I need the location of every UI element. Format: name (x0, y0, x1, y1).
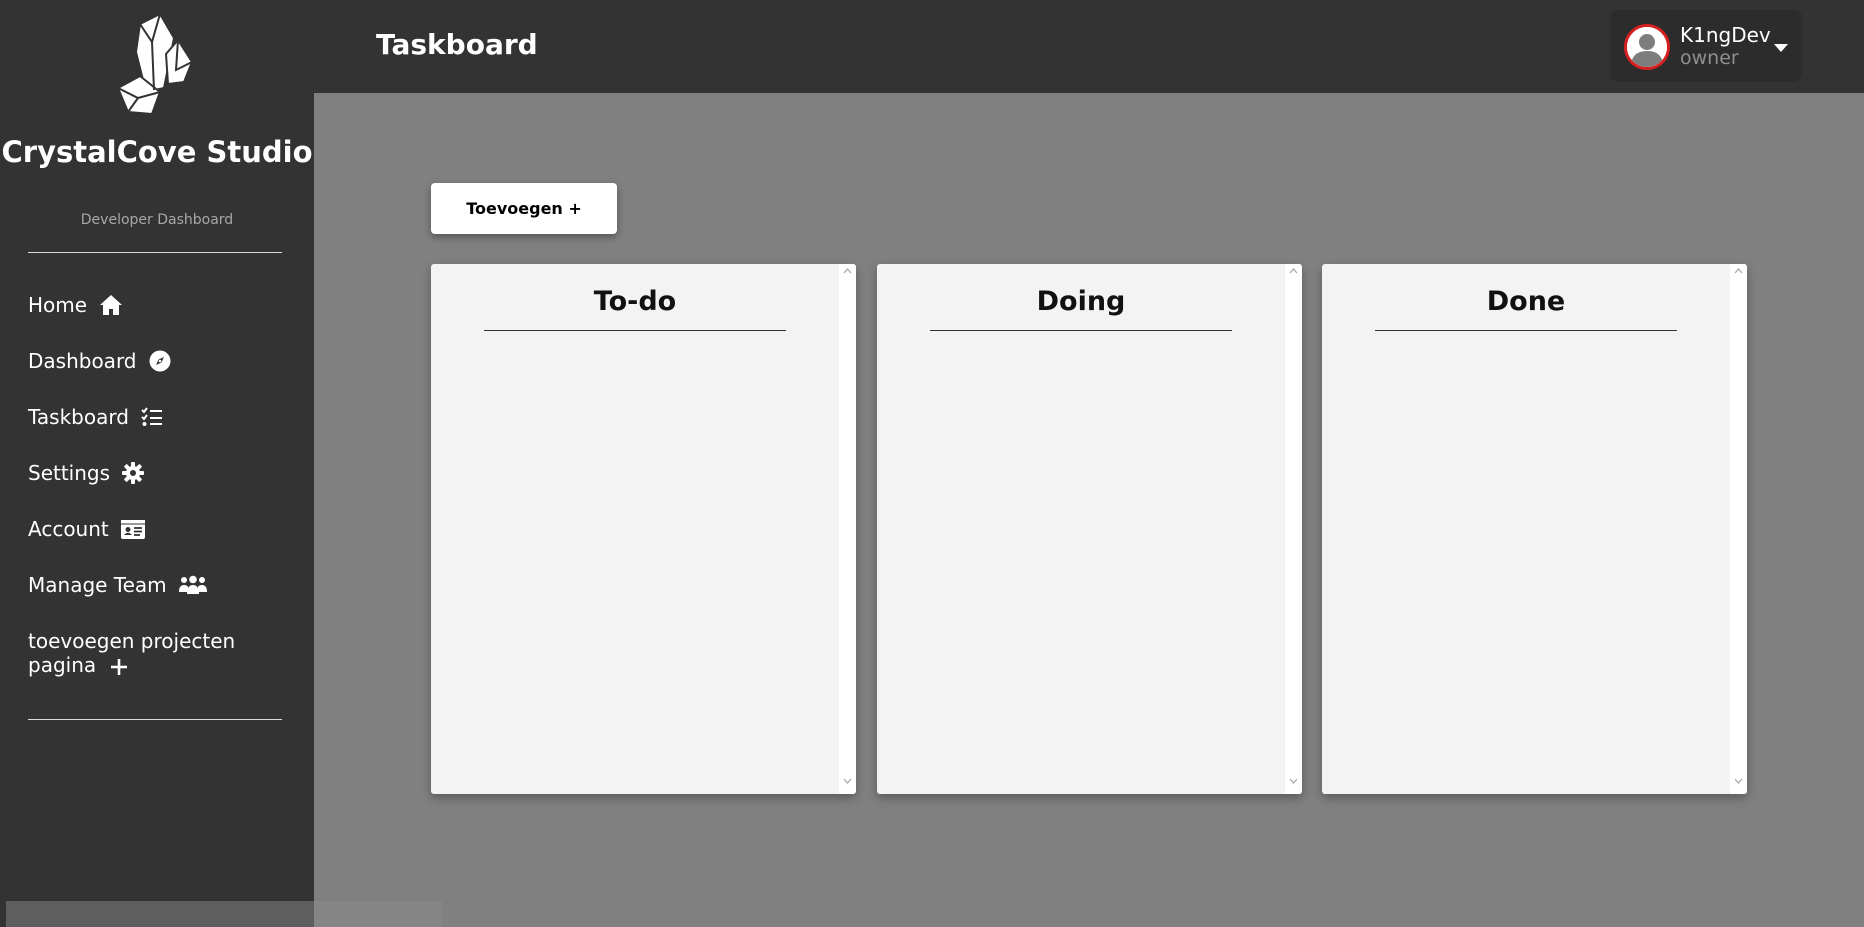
sidebar-divider-bottom (28, 719, 282, 720)
sidebar-item-account[interactable]: Account (28, 517, 278, 541)
sidebar-item-label: Settings (28, 461, 111, 485)
scroll-up-icon[interactable] (843, 268, 852, 274)
column-title: Doing (1036, 286, 1126, 317)
sidebar-item-add-projects-page[interactable]: toevoegen projecten pagina (28, 629, 278, 677)
sidebar: CrystalCove Studio Developer Dashboard H… (0, 0, 314, 927)
sidebar-item-dashboard[interactable]: Dashboard (28, 349, 278, 373)
column-scrollbar[interactable] (1285, 264, 1302, 794)
column-divider (930, 330, 1232, 331)
users-icon (178, 575, 207, 595)
sidebar-item-home[interactable]: Home (28, 293, 278, 317)
gear-icon (122, 462, 145, 484)
column-scrollbar[interactable] (839, 264, 856, 794)
sidebar-divider-top (28, 252, 282, 253)
sidebar-item-settings[interactable]: Settings (28, 461, 278, 485)
task-list-icon (141, 407, 163, 427)
brand-name: CrystalCove Studio (1, 135, 313, 169)
column-done[interactable]: Done (1322, 264, 1747, 794)
user-name: K1ngDev (1680, 23, 1771, 47)
user-role: owner (1680, 47, 1739, 69)
sidebar-item-label: Taskboard (28, 405, 129, 429)
status-bar-overlay (6, 901, 442, 927)
chevron-down-icon[interactable] (1774, 44, 1788, 53)
column-todo[interactable]: To-do (431, 264, 856, 794)
sidebar-item-label: Dashboard (28, 349, 137, 373)
column-title: Done (1486, 286, 1566, 317)
sidebar-item-label: toevoegen projecten pagina (28, 629, 236, 677)
id-card-icon (120, 519, 145, 539)
column-divider (484, 330, 786, 331)
column-scrollbar[interactable] (1730, 264, 1747, 794)
scroll-down-icon[interactable] (1289, 778, 1298, 784)
column-divider (1375, 330, 1677, 331)
plus-icon (110, 658, 128, 676)
page-title: Taskboard (376, 28, 538, 61)
scroll-down-icon[interactable] (1734, 778, 1743, 784)
column-title: To-do (593, 286, 677, 317)
home-icon (99, 294, 123, 316)
scroll-up-icon[interactable] (1734, 268, 1743, 274)
sidebar-item-manage-team[interactable]: Manage Team (28, 573, 278, 597)
user-silhouette-icon (1627, 27, 1667, 67)
scroll-up-icon[interactable] (1289, 268, 1298, 274)
sidebar-item-taskboard[interactable]: Taskboard (28, 405, 278, 429)
add-task-button[interactable]: Toevoegen + (431, 183, 617, 234)
user-menu[interactable]: K1ngDev owner (1610, 10, 1802, 82)
sidebar-item-label: Manage Team (28, 573, 167, 597)
sidebar-item-label: Home (28, 293, 88, 317)
scroll-down-icon[interactable] (843, 778, 852, 784)
crystal-logo-icon (117, 13, 193, 115)
sidebar-item-label: Account (28, 517, 109, 541)
avatar[interactable] (1624, 24, 1670, 70)
brand-subtitle: Developer Dashboard (80, 212, 234, 228)
column-doing[interactable]: Doing (877, 264, 1302, 794)
header: Taskboard K1ngDev owner (314, 0, 1864, 93)
compass-icon (149, 350, 171, 372)
